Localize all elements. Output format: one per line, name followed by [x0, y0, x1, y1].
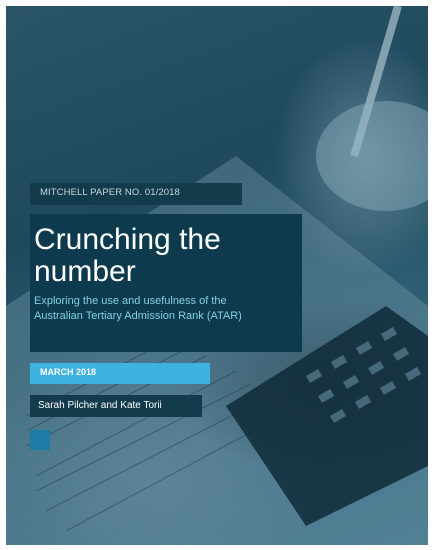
hand: [316, 101, 428, 211]
subtitle-line-1: Exploring the use and usefulness of the: [34, 295, 227, 307]
series-label: MITCHELL PAPER NO. 01/2018: [40, 187, 180, 198]
publication-date: MARCH 2018: [40, 367, 97, 377]
authors-box: Sarah Pilcher and Kate Torii: [30, 395, 202, 417]
accent-square: [30, 430, 50, 450]
series-label-box: MITCHELL PAPER NO. 01/2018: [30, 183, 242, 205]
subtitle: Exploring the use and usefulness of the …: [30, 294, 302, 324]
title-panel: Crunching the number Exploring the use a…: [30, 214, 302, 352]
subtitle-line-2: Australian Tertiary Admission Rank (ATAR…: [34, 310, 242, 322]
document-page: MITCHELL PAPER NO. 01/2018 Crunching the…: [0, 0, 434, 550]
title-line-1: Crunching the: [34, 223, 221, 256]
title-line-2: number: [34, 255, 136, 288]
date-band: MARCH 2018: [30, 363, 210, 384]
authors: Sarah Pilcher and Kate Torii: [38, 400, 162, 411]
